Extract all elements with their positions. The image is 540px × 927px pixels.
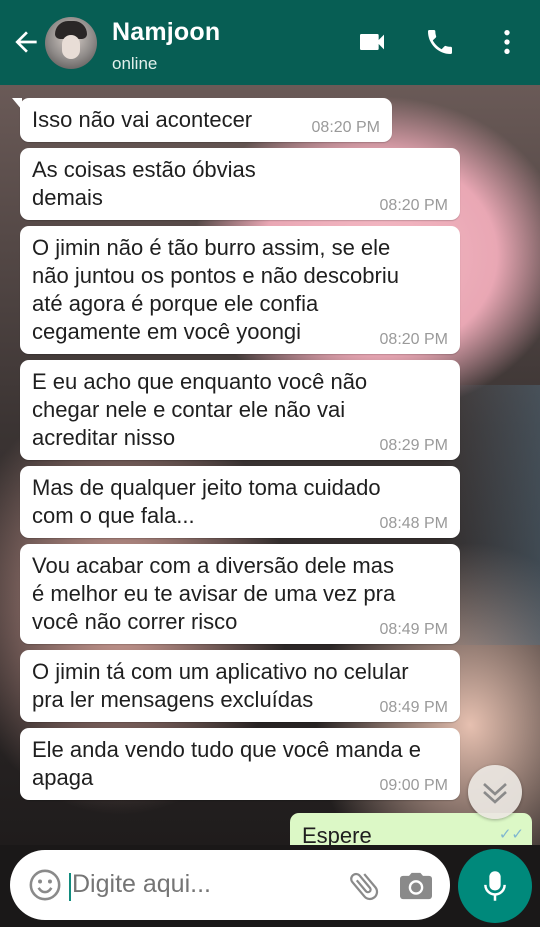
- message-bubble[interactable]: O jimin tá com um aplicativo no celular …: [20, 650, 460, 722]
- message-text: O jimin não é tão burro assim, se ele nã…: [32, 235, 399, 344]
- message-text: As coisas estão óbvias demais: [32, 157, 256, 210]
- phone-call-icon[interactable]: [424, 26, 456, 58]
- message-time: 08:20 PM: [379, 331, 448, 348]
- chat-header: Namjoon online: [0, 0, 540, 85]
- text-caret: [69, 873, 71, 901]
- message-input-bar: [0, 845, 540, 927]
- read-ticks-icon: ✓✓: [498, 826, 524, 843]
- message-bubble[interactable]: E eu acho que enquanto você não chegar n…: [20, 360, 460, 460]
- double-chevron-down-icon: [483, 783, 507, 804]
- message-bubble[interactable]: Vou acabar com a diversão dele mas é mel…: [20, 544, 460, 644]
- message-input[interactable]: [72, 870, 272, 899]
- message-time: 08:48 PM: [379, 515, 448, 532]
- scroll-down-button[interactable]: [468, 765, 522, 819]
- message-bubble[interactable]: Isso não vai acontecer 08:20 PM: [12, 98, 392, 142]
- message-time: 08:49 PM: [379, 621, 448, 638]
- message-text: Mas de qualquer jeito toma cuidado com o…: [32, 475, 381, 528]
- message-time: 08:29 PM: [379, 437, 448, 454]
- back-arrow-icon[interactable]: [10, 26, 42, 58]
- message-bubble[interactable]: Mas de qualquer jeito toma cuidado com o…: [20, 466, 460, 538]
- message-time: 09:00 PM: [379, 777, 448, 794]
- microphone-icon: [484, 871, 506, 901]
- more-vert-icon[interactable]: [491, 26, 523, 58]
- camera-icon[interactable]: [398, 870, 434, 902]
- message-time: 08:20 PM: [311, 119, 380, 136]
- video-call-icon[interactable]: [356, 26, 388, 58]
- voice-message-button[interactable]: [458, 849, 532, 923]
- message-bubble[interactable]: O jimin não é tão burro assim, se ele nã…: [20, 226, 460, 354]
- avatar[interactable]: [45, 17, 97, 69]
- contact-name[interactable]: Namjoon: [112, 18, 220, 47]
- message-text: E eu acho que enquanto você não chegar n…: [32, 369, 368, 450]
- message-bubble[interactable]: Ele anda vendo tudo que você manda e apa…: [20, 728, 460, 800]
- message-time: 08:49 PM: [379, 699, 448, 716]
- emoji-icon[interactable]: [28, 868, 62, 902]
- message-text: Isso não vai acontecer: [32, 107, 253, 132]
- contact-status: online: [112, 54, 158, 73]
- message-input-container: [10, 850, 450, 920]
- message-text: O jimin tá com um aplicativo no celular …: [32, 659, 409, 712]
- message-bubble[interactable]: As coisas estão óbvias demais 08:20 PM: [20, 148, 460, 220]
- message-text: Ele anda vendo tudo que você manda e apa…: [32, 737, 421, 790]
- message-text: Vou acabar com a diversão dele mas é mel…: [32, 553, 396, 634]
- message-time: 08:20 PM: [379, 197, 448, 214]
- attach-icon[interactable]: [346, 868, 382, 904]
